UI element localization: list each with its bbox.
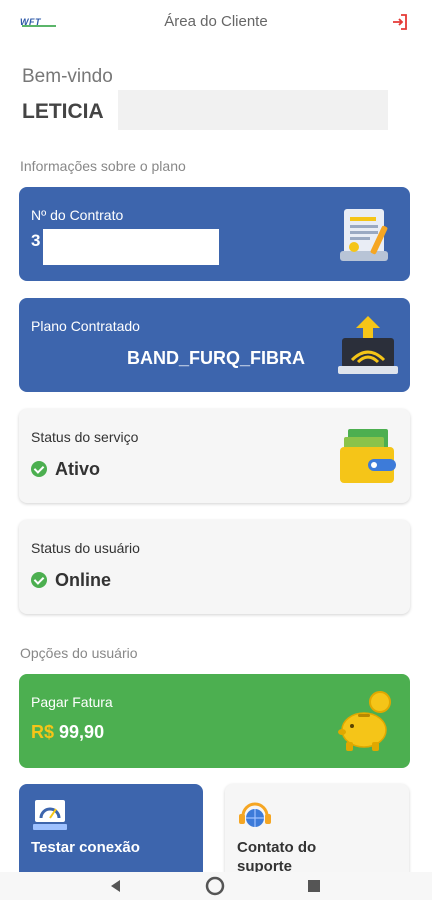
currency-symbol: R$ [31,722,55,742]
home-icon[interactable] [205,876,225,900]
speed-test-icon [31,794,71,839]
plan-section-label: Informações sobre o plano [20,158,186,174]
wallet-icon [338,425,398,492]
check-circle-icon [31,572,47,588]
logout-icon[interactable] [390,12,410,32]
recents-icon[interactable] [306,878,322,899]
amount-value: 99,90 [59,722,105,742]
user-options-section-label: Opções do usuário [20,645,138,661]
service-status-value: Ativo [31,459,100,480]
plan-value: BAND_FURQ_FIBRA [127,348,306,368]
user-name: LETICIA [22,100,104,123]
headset-globe-icon [235,794,275,839]
welcome-greeting: Bem-vindo [22,66,113,87]
page-title: Área do Cliente [164,13,268,30]
user-status-title: Status do usuário [31,540,140,556]
service-status-card: Status do serviço Ativo [19,409,410,503]
piggy-bank-icon [336,688,398,759]
user-status-card: Status do usuário Online [19,520,410,614]
service-status-title: Status do serviço [31,429,139,445]
contract-title: Nº do Contrato [31,207,124,223]
test-connection-card[interactable]: Testar conexão [19,784,203,884]
back-icon[interactable] [108,878,124,899]
pay-invoice-card[interactable]: Pagar Fatura R$ 99,90 [19,674,410,768]
redacted-surname [118,90,388,130]
support-contact-title: Contato do suporte [237,839,317,875]
test-connection-title: Testar conexão [31,839,140,856]
app-header: WFT Área do Cliente [0,0,432,44]
system-navigation-bar [0,872,432,900]
redacted-contract-number [43,229,219,265]
contract-number: 3 [31,231,41,250]
contract-document-icon [338,203,398,270]
plan-card[interactable]: Plano Contratado BAND_FURQ_FIBRA [19,298,410,392]
invoice-amount: R$ 99,90 [31,722,104,743]
support-contact-card[interactable]: Contato do suporte [225,784,409,884]
pay-invoice-title: Pagar Fatura [31,694,113,710]
check-circle-icon [31,461,47,477]
plan-title: Plano Contratado [31,318,140,334]
user-status-value: Online [31,570,111,591]
router-upload-icon [338,314,398,381]
contract-card[interactable]: Nº do Contrato 3 [19,187,410,281]
